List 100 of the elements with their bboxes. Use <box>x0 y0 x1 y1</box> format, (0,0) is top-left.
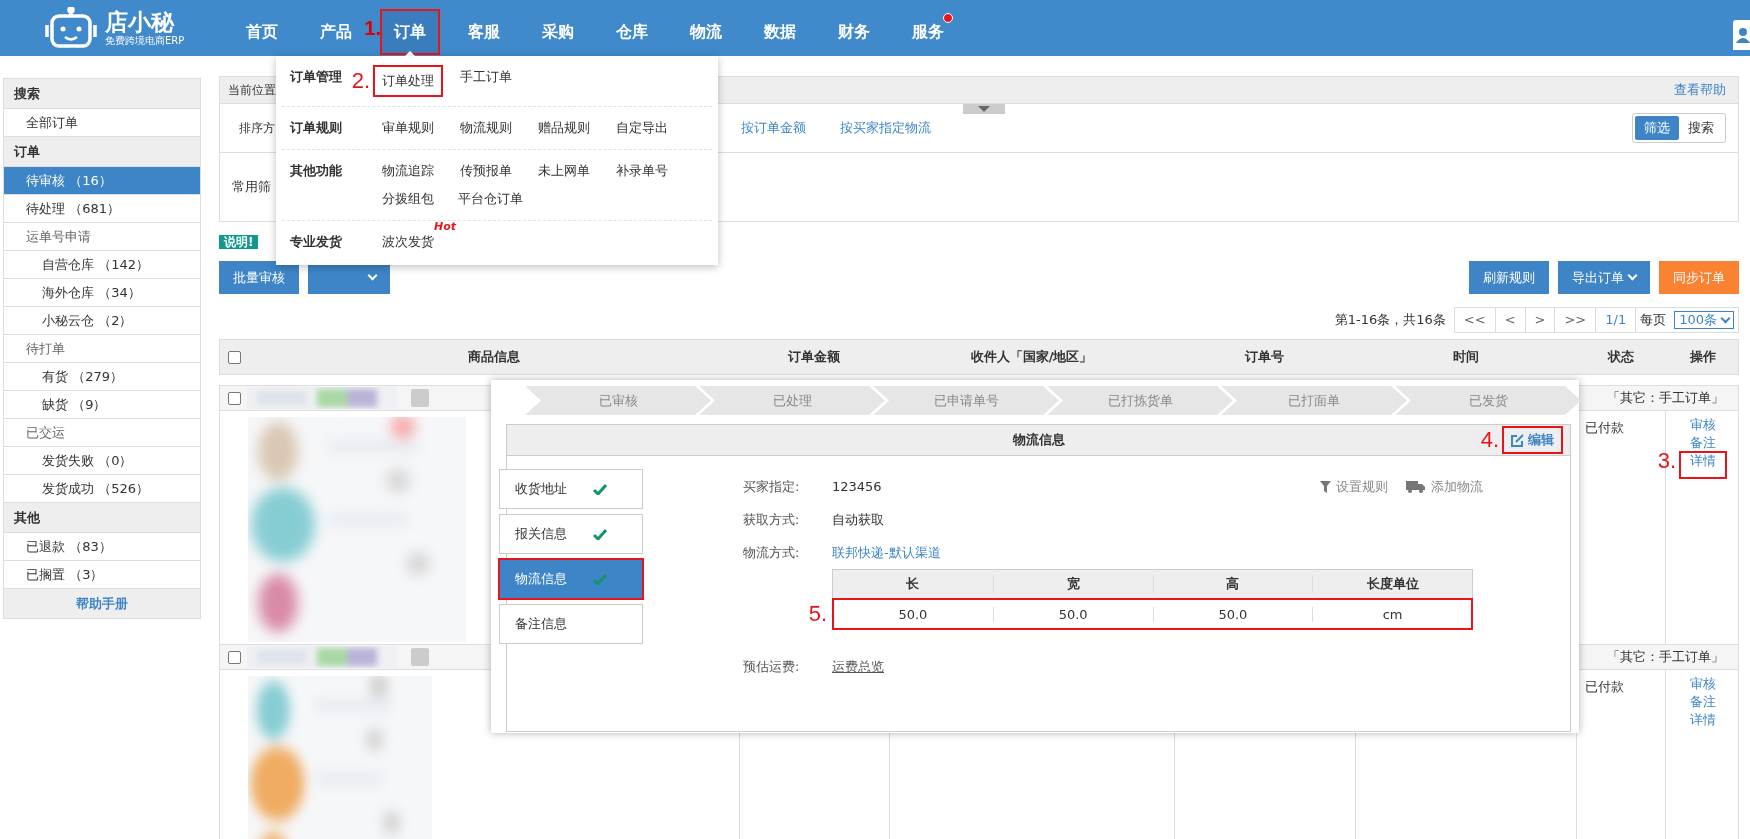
collapse-toggle[interactable] <box>963 104 1005 114</box>
menu-item[interactable]: 物流规则 <box>452 117 520 139</box>
side-tab[interactable]: 收货地址 <box>499 469 643 509</box>
action-link[interactable]: 详情 <box>1680 711 1726 728</box>
menu-item[interactable]: 审单规则 <box>374 117 442 139</box>
menu-heading: 专业发货 <box>290 234 342 249</box>
sidebar-item[interactable]: 有货 （279） <box>4 363 200 391</box>
menu-item[interactable]: 自定导出 <box>608 117 676 139</box>
menu-item[interactable]: 未上网单 <box>530 160 598 182</box>
table-cell: cm <box>1312 606 1472 622</box>
per-page-select[interactable]: 100条 <box>1674 311 1734 329</box>
sort-option[interactable]: 按买家指定物流 <box>840 119 931 137</box>
order-source: 「其它：手工订单」 <box>1607 389 1725 407</box>
sidebar-item[interactable]: 自营仓库 （142） <box>4 251 200 279</box>
menu-item[interactable]: 波次发货 <box>374 231 442 253</box>
page-button[interactable]: >> <box>1555 308 1597 332</box>
column-header: 高 <box>1152 575 1313 593</box>
field-label: 物流方式: <box>743 543 801 562</box>
nav-tab[interactable]: 服务 <box>899 10 957 54</box>
panel-title: 物流信息 <box>1012 431 1065 449</box>
checkbox[interactable] <box>228 391 241 405</box>
tool-link[interactable]: 添加物流 <box>1406 477 1483 496</box>
user-icon[interactable] <box>1733 20 1750 50</box>
sidebar-item[interactable]: 小秘云仓 （2） <box>4 307 200 335</box>
nav-tab[interactable]: 订单 <box>381 10 439 54</box>
annotation-number: 2. <box>351 68 370 94</box>
page-summary: 第1-16条，共16条 <box>1334 311 1446 329</box>
nav-tab[interactable]: 采购 <box>529 10 587 54</box>
annotation-number: 3. <box>1657 448 1676 474</box>
nav-tab[interactable]: 数据 <box>751 10 809 54</box>
sidebar-item[interactable]: 海外仓库 （34） <box>4 279 200 307</box>
help-link[interactable]: 查看帮助 <box>1674 81 1726 99</box>
tool-link[interactable]: 设置规则 <box>1320 477 1388 496</box>
action-link[interactable]: 审核 <box>1680 675 1726 692</box>
batch-review-button[interactable]: 批量审核 <box>219 261 299 294</box>
toolbar-button[interactable]: 刷新规则 <box>1469 261 1549 294</box>
nav-tab[interactable]: 财务 <box>825 10 883 54</box>
logo-name: 店小秘 <box>105 9 176 35</box>
edit-icon <box>1511 433 1524 447</box>
nav-tab[interactable]: 仓库 <box>603 10 661 54</box>
menu-heading: 订单规则 <box>290 120 342 135</box>
column-header: 状态 <box>1606 348 1635 366</box>
menu-item[interactable]: 分拨组包 <box>374 188 442 210</box>
sort-label: 排序方 <box>238 119 275 137</box>
column-header: 时间 <box>1451 348 1480 366</box>
column-header: 宽 <box>992 575 1153 593</box>
page-button[interactable]: << <box>1454 308 1496 332</box>
field-value: 123456 <box>832 479 882 494</box>
menu-item[interactable]: 传预报单 <box>452 160 520 182</box>
breadcrumb-label: 当前位置 <box>228 81 276 99</box>
help-link[interactable]: 帮助手册 <box>4 589 200 618</box>
sidebar-heading: 搜索 <box>4 79 200 109</box>
sort-option[interactable]: 按订单金额 <box>741 119 806 137</box>
sidebar-item[interactable]: 运单号申请 <box>4 223 200 251</box>
sidebar-item[interactable]: 待处理 （681） <box>4 195 200 223</box>
menu-item[interactable]: 订单处理 <box>374 66 442 96</box>
order-source: 「其它：手工订单」 <box>1607 648 1725 666</box>
shipping-method-link[interactable]: 联邦快递-默认渠道 <box>832 543 941 562</box>
side-tab[interactable]: 报关信息 <box>499 514 643 554</box>
menu-item[interactable]: 补录单号 <box>608 160 676 182</box>
checkbox[interactable] <box>228 650 241 664</box>
sidebar-item[interactable]: 发货失败 （0） <box>4 447 200 475</box>
freight-overview-link[interactable]: 运费总览 <box>832 657 884 676</box>
toggle-option[interactable]: 搜索 <box>1679 116 1723 140</box>
progress-step: 已打面单 <box>1221 386 1407 415</box>
toolbar-button[interactable]: 导出订单 <box>1558 261 1650 294</box>
logo-tagline: 免费跨境电商ERP <box>105 35 185 47</box>
nav-tab[interactable]: 客服 <box>455 10 513 54</box>
nav-tab[interactable]: 首页 <box>233 10 291 54</box>
hot-tag: Hot <box>434 221 457 233</box>
menu-item[interactable]: 赠品规则 <box>530 117 598 139</box>
sidebar-item[interactable]: 待审核 （16） <box>4 167 200 195</box>
filter-icon <box>1320 480 1331 493</box>
column-header: 商品信息 <box>466 348 521 366</box>
side-tab[interactable]: 物流信息 <box>499 559 643 599</box>
sidebar-item[interactable]: 已退款 （83） <box>4 533 200 561</box>
nav-tab[interactable]: 产品 <box>307 10 365 54</box>
nav-tab[interactable]: 物流 <box>677 10 735 54</box>
column-header: 订单金额 <box>787 348 841 366</box>
side-tab[interactable]: 备注信息 <box>499 604 643 644</box>
toggle-option[interactable]: 筛选 <box>1635 116 1679 140</box>
sidebar-item[interactable]: 待打单 <box>4 335 200 363</box>
action-link[interactable]: 备注 <box>1680 434 1726 451</box>
column-header: 订单号 <box>1244 348 1285 366</box>
progress-step: 已申请单号 <box>873 386 1059 415</box>
menu-item[interactable]: 手工订单 <box>452 66 520 96</box>
checkbox[interactable] <box>227 350 241 364</box>
field-label: 买家指定: <box>743 477 801 496</box>
sidebar-item[interactable]: 已交运 <box>4 419 200 447</box>
menu-item[interactable]: 物流追踪 <box>374 160 442 182</box>
edit-button[interactable]: 编辑 <box>1503 427 1562 453</box>
column-header: 收件人「国家/地区」 <box>969 348 1094 366</box>
progress-step: 已处理 <box>699 386 885 415</box>
page-button[interactable]: < <box>1495 308 1526 332</box>
action-link[interactable]: 审核 <box>1680 416 1726 433</box>
sidebar-item[interactable]: 缺货 （9） <box>4 391 200 419</box>
order-status: 已付款 <box>1585 679 1624 694</box>
action-link[interactable]: 备注 <box>1680 693 1726 710</box>
action-link[interactable]: 详情 <box>1680 452 1726 478</box>
page-button[interactable]: > <box>1525 308 1556 332</box>
